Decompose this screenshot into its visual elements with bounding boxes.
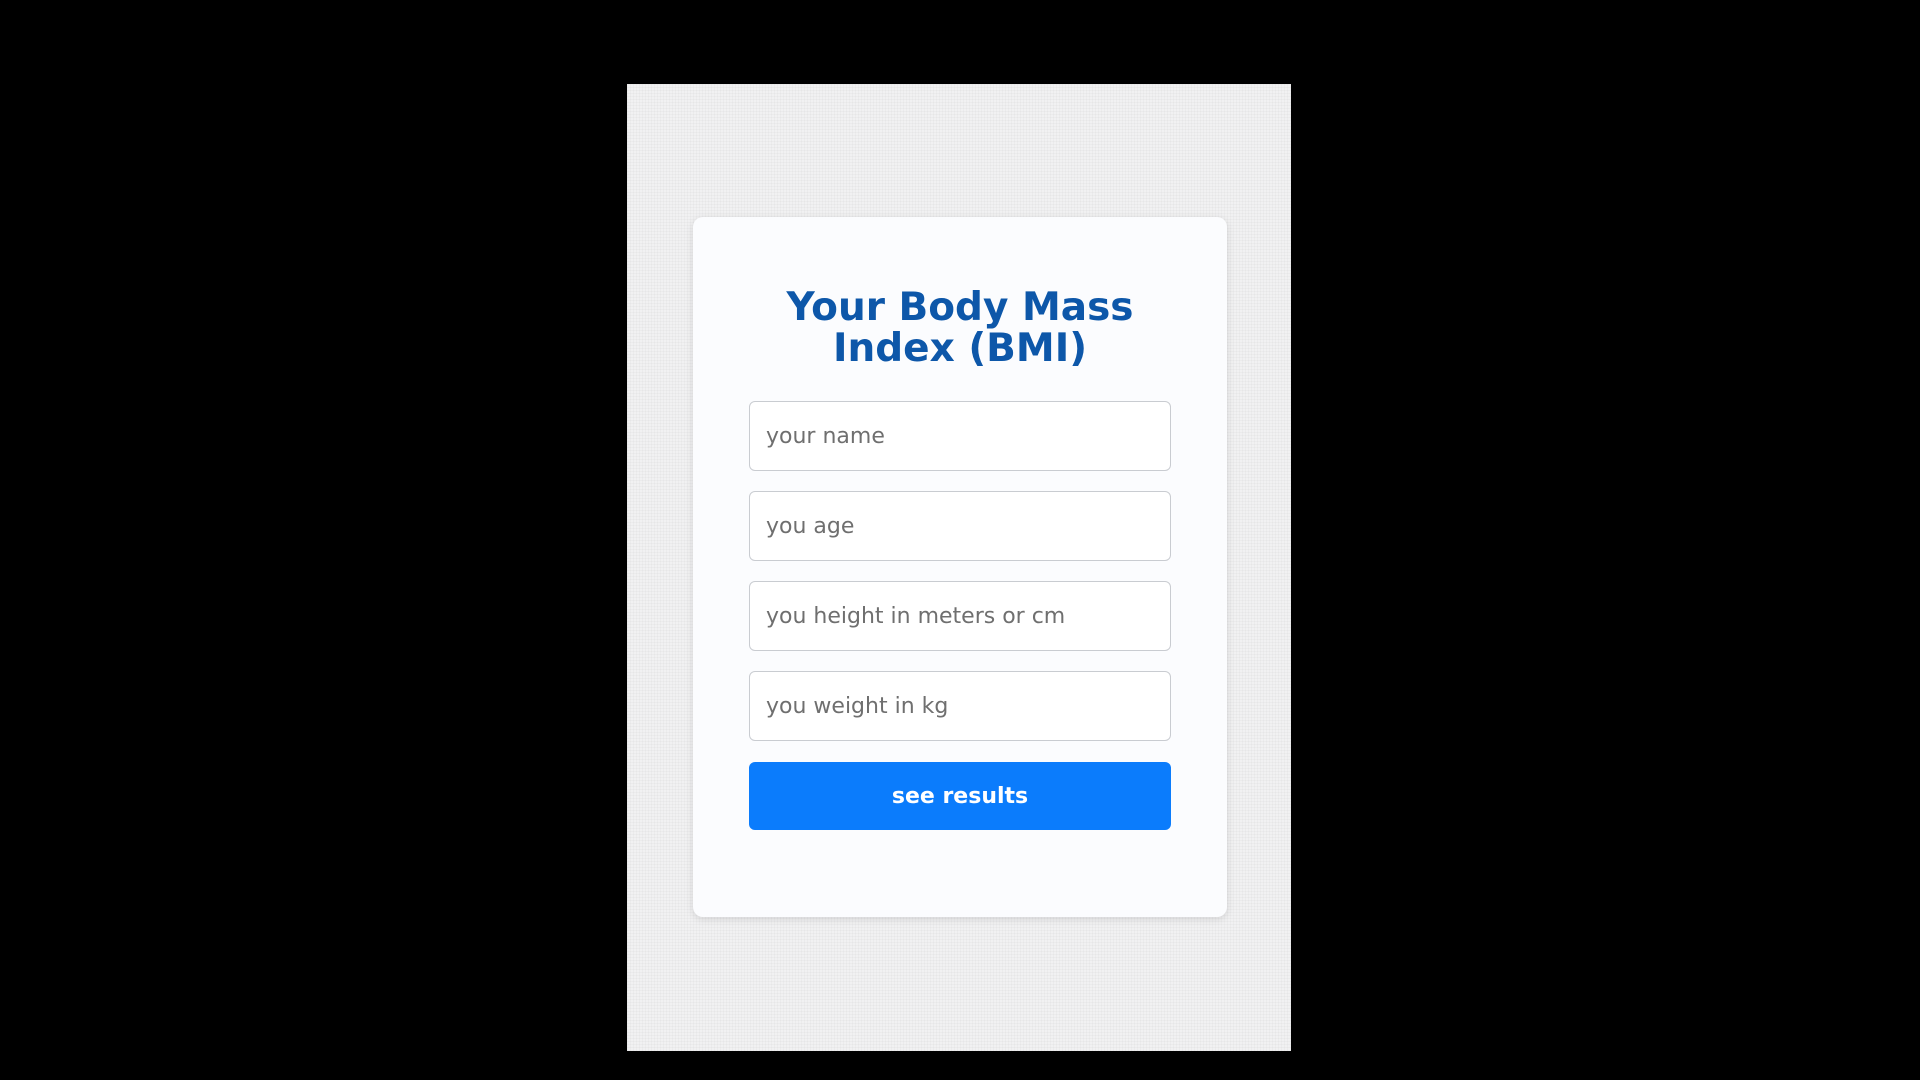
app-viewport: Your Body Mass Index (BMI) see results xyxy=(627,84,1291,1051)
age-input[interactable] xyxy=(749,491,1171,561)
form-title-line-1: Your Body Mass xyxy=(786,285,1134,330)
form-title: Your Body Mass Index (BMI) xyxy=(693,287,1227,369)
see-results-button[interactable]: see results xyxy=(749,762,1171,830)
bmi-form-card: Your Body Mass Index (BMI) see results xyxy=(693,217,1227,917)
height-input[interactable] xyxy=(749,581,1171,651)
weight-input[interactable] xyxy=(749,671,1171,741)
form-title-line-2: Index (BMI) xyxy=(832,326,1088,371)
name-input[interactable] xyxy=(749,401,1171,471)
